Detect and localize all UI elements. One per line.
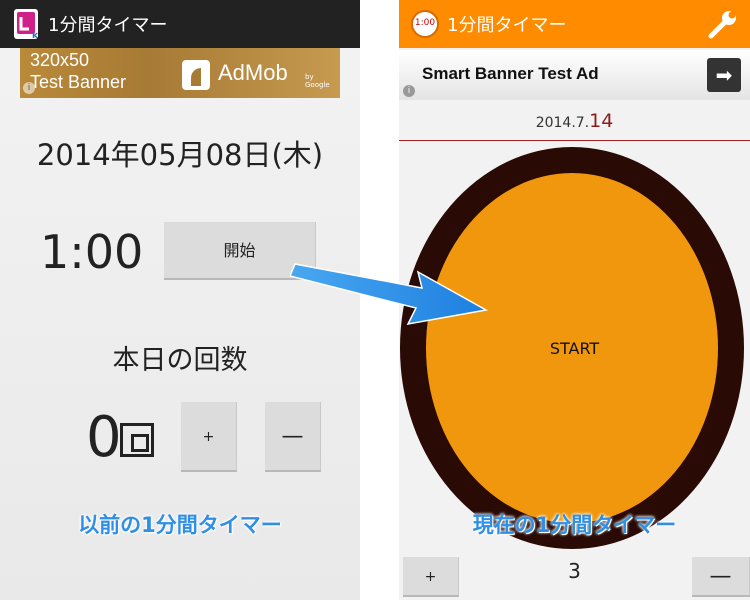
current-version-caption: 現在の1分間タイマー	[472, 513, 677, 537]
timer-badge-text: 1:00	[414, 18, 436, 28]
by-google-text: by Google	[305, 73, 330, 89]
app-title: 1分間タイマー	[48, 15, 168, 36]
ad-info-icon[interactable]: i	[403, 85, 415, 97]
decrement-button[interactable]: —	[692, 557, 750, 597]
arrow-right-icon[interactable]: ➡	[707, 58, 741, 92]
today-count-label: 本日の回数	[112, 345, 248, 376]
count-unit-kanji	[120, 423, 154, 457]
divider	[399, 140, 750, 141]
smart-banner-text: Smart Banner Test Ad	[422, 64, 599, 83]
app-title: 1分間タイマー	[447, 15, 567, 36]
previous-version-caption: 以前の1分間タイマー	[78, 513, 282, 537]
increment-button[interactable]: +	[181, 402, 237, 472]
transition-arrow-icon	[290, 263, 489, 326]
count-value: 0	[86, 405, 122, 470]
timer-display: 1:00	[40, 225, 144, 279]
timer-badge-icon: 1:00	[411, 10, 439, 38]
date-label: 2014年05月08日(木)	[36, 138, 324, 172]
decrement-button[interactable]: —	[265, 402, 321, 472]
wrench-icon[interactable]	[705, 8, 739, 42]
date-prefix: 2014.7.	[535, 115, 590, 131]
ad-banner-text: Test Banner	[30, 72, 127, 92]
admob-logo-icon	[182, 60, 210, 90]
date-day: 14	[589, 110, 614, 132]
svg-text:k: k	[32, 31, 39, 41]
admob-brand: AdMob	[218, 60, 288, 85]
admob-test-banner[interactable]: 320x50 Test Banner AdMob by Google i	[20, 48, 340, 98]
start-label: START	[549, 339, 600, 358]
ad-info-icon[interactable]: i	[23, 82, 35, 94]
date-label: 2014.7.14	[399, 110, 750, 132]
ad-size-text: 320x50	[30, 50, 90, 70]
app-icon: k	[14, 9, 39, 41]
